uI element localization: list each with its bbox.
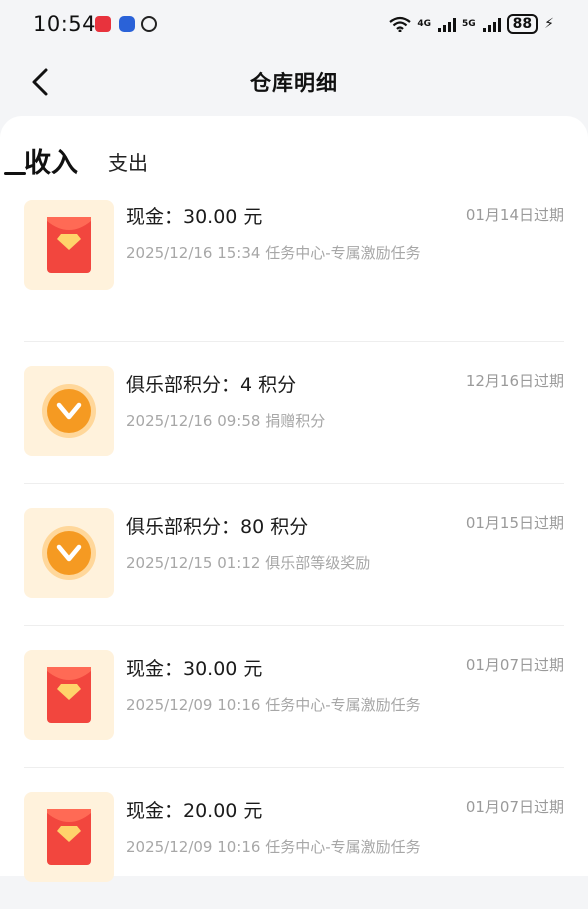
network-5g-label: 5G xyxy=(462,19,476,29)
signal-4g-icon xyxy=(438,16,457,32)
red-envelope-icon xyxy=(47,217,91,273)
item-meta: 2025/12/09 10:16 任务中心-专属激励任务 xyxy=(126,838,421,856)
tab-income[interactable]: 收入 xyxy=(24,141,78,180)
item-thumbnail xyxy=(24,508,114,598)
list-item[interactable]: 现金：30.00 元 01月14日过期 2025/12/16 15:34 任务中… xyxy=(24,200,564,341)
list-item[interactable]: 现金：30.00 元 01月07日过期 2025/12/09 10:16 任务中… xyxy=(24,625,564,767)
list-item[interactable]: 俱乐部积分：80 积分 01月15日过期 2025/12/15 01:12 俱乐… xyxy=(24,483,564,625)
item-meta: 2025/12/15 01:12 俱乐部等级奖励 xyxy=(126,554,371,572)
wifi-icon xyxy=(389,16,412,32)
huawei-app-icon xyxy=(95,16,111,32)
item-title: 俱乐部积分：80 积分 xyxy=(126,516,309,538)
red-envelope-icon xyxy=(47,809,91,865)
active-tab-indicator xyxy=(4,172,26,175)
item-meta: 2025/12/16 15:34 任务中心-专属激励任务 xyxy=(126,244,421,262)
alarm-icon xyxy=(141,16,157,32)
network-4g-label: 4G xyxy=(417,19,432,29)
item-title: 俱乐部积分：4 积分 xyxy=(126,374,297,396)
points-coin-icon xyxy=(42,526,96,580)
content-panel: 收入 支出 现金：30.00 元 01月14日过期 2025/12/16 15:… xyxy=(0,116,588,882)
charging-icon: ⚡ xyxy=(544,16,554,32)
item-expire: 12月16日过期 xyxy=(465,372,564,390)
item-thumbnail xyxy=(24,200,114,290)
battery-indicator: 88 xyxy=(506,14,539,34)
tab-expense[interactable]: 支出 xyxy=(108,147,148,176)
signal-5g-icon xyxy=(482,16,501,32)
list-item[interactable]: 现金：20.00 元 01月07日过期 2025/12/09 10:16 任务中… xyxy=(24,767,564,909)
item-expire: 01月14日过期 xyxy=(465,206,564,224)
item-thumbnail xyxy=(24,650,114,740)
item-title: 现金：30.00 元 xyxy=(126,206,263,228)
status-time: 10:54 xyxy=(33,12,97,36)
page-title: 仓库明细 xyxy=(250,71,338,95)
item-expire: 01月07日过期 xyxy=(465,798,564,816)
tab-bar: 收入 支出 xyxy=(24,130,148,180)
points-coin-icon xyxy=(42,384,96,438)
item-expire: 01月07日过期 xyxy=(465,656,564,674)
list-item[interactable]: 俱乐部积分：4 积分 12月16日过期 2025/12/16 09:58 捐赠积… xyxy=(24,341,564,483)
nav-header: 仓库明细 xyxy=(0,52,588,114)
status-bar: 10:54 4G 5G 88 ⚡ xyxy=(0,0,588,52)
app-notification-icon xyxy=(119,16,135,32)
item-meta: 2025/12/09 10:16 任务中心-专属激励任务 xyxy=(126,696,421,714)
item-meta: 2025/12/16 09:58 捐赠积分 xyxy=(126,412,326,430)
status-right: 4G 5G 88 ⚡ xyxy=(389,14,554,34)
item-thumbnail xyxy=(24,792,114,882)
item-title: 现金：30.00 元 xyxy=(126,658,263,680)
item-expire: 01月15日过期 xyxy=(465,514,564,532)
item-thumbnail xyxy=(24,366,114,456)
red-envelope-icon xyxy=(47,667,91,723)
record-list: 现金：30.00 元 01月14日过期 2025/12/16 15:34 任务中… xyxy=(24,200,564,909)
item-title: 现金：20.00 元 xyxy=(126,800,263,822)
